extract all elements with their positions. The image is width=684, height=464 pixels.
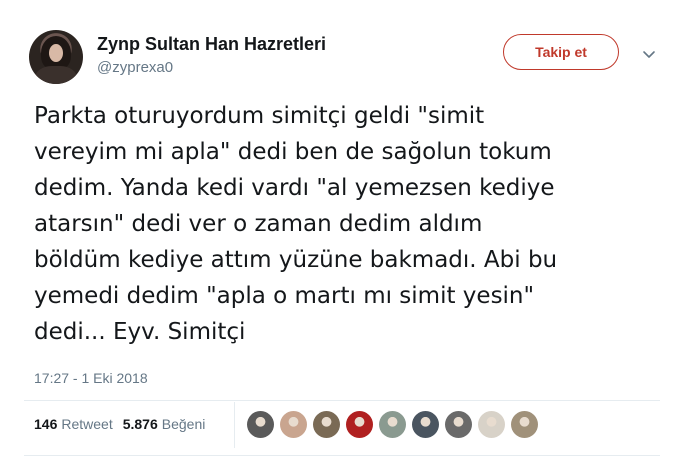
avatar-body bbox=[35, 66, 77, 84]
liker-avatar[interactable] bbox=[247, 411, 274, 438]
divider-top bbox=[24, 400, 660, 401]
retweets-stat[interactable]: 146 Retweet bbox=[34, 416, 113, 432]
tweet-text-line: yemedi dedim "apla o martı mı simit yesi… bbox=[34, 283, 535, 309]
follow-button[interactable]: Takip et bbox=[503, 34, 619, 70]
liker-avatar[interactable] bbox=[379, 411, 406, 438]
liker-avatar[interactable] bbox=[280, 411, 307, 438]
likes-label: Beğeni bbox=[161, 416, 206, 432]
liker-avatar[interactable] bbox=[412, 411, 439, 438]
tweet-text-line: böldüm kediye attım yüzüne bakmadı. Abi … bbox=[34, 247, 558, 273]
avatar-face bbox=[49, 44, 63, 62]
likes-stat[interactable]: 5.876 Beğeni bbox=[123, 416, 206, 432]
tweet-stats: 146 Retweet 5.876 Beğeni bbox=[34, 416, 205, 432]
divider-bottom bbox=[24, 455, 660, 456]
tweet-text-line: dedi... Eyv. Simitçi bbox=[34, 319, 246, 345]
author-display-name[interactable]: Zynp Sultan Han Hazretleri bbox=[97, 34, 326, 55]
retweets-label: Retweet bbox=[61, 416, 113, 432]
liker-avatar[interactable] bbox=[346, 411, 373, 438]
liker-avatar[interactable] bbox=[445, 411, 472, 438]
stats-separator bbox=[234, 402, 235, 448]
author-avatar[interactable] bbox=[29, 30, 83, 84]
tweet-text-line: dedim. Yanda kedi vardı "al yemezsen ked… bbox=[34, 175, 555, 201]
tweet-text: Parkta oturuyordum simitçi geldi "simit … bbox=[34, 98, 664, 350]
liker-avatars bbox=[247, 411, 538, 438]
tweet-text-line: Parkta oturuyordum simitçi geldi "simit bbox=[34, 103, 485, 129]
follow-button-label: Takip et bbox=[535, 44, 587, 60]
likes-count: 5.876 bbox=[122, 416, 158, 432]
chevron-down-icon[interactable] bbox=[641, 49, 657, 61]
tweet-text-line: vereyim mi apla" dedi ben de sağolun tok… bbox=[34, 139, 552, 165]
tweet-timestamp[interactable]: 17:27 - 1 Eki 2018 bbox=[34, 370, 148, 386]
liker-avatar[interactable] bbox=[478, 411, 505, 438]
author-handle[interactable]: @zyprexa0 bbox=[97, 59, 173, 76]
liker-avatar[interactable] bbox=[511, 411, 538, 438]
liker-avatar[interactable] bbox=[313, 411, 340, 438]
retweets-count: 146 bbox=[34, 416, 58, 432]
tweet-text-line: atarsın" dedi ver o zaman dedim aldım bbox=[34, 211, 483, 237]
